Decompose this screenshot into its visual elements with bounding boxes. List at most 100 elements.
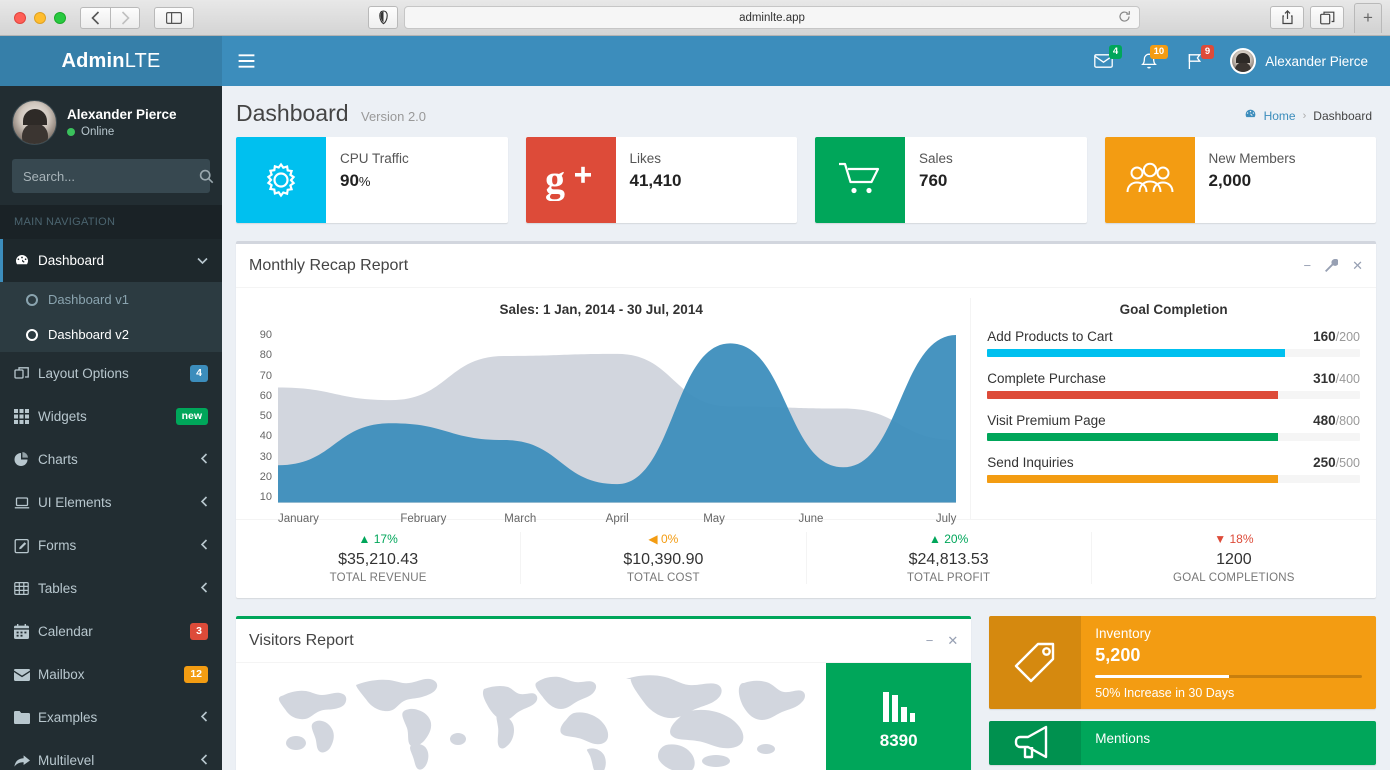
share-arrow-icon xyxy=(14,754,38,768)
sidebar-item-calendar[interactable]: Calendar 3 xyxy=(0,610,222,653)
sidebar-item-multilevel[interactable]: Multilevel xyxy=(0,739,222,770)
address-bar-area: adminlte.app xyxy=(368,6,1140,29)
y-tick: 70 xyxy=(246,370,272,382)
small-box-progress-fill xyxy=(1095,675,1228,678)
sidebar-item-forms[interactable]: Forms xyxy=(0,524,222,567)
sidebar-item-badge: 4 xyxy=(190,365,208,382)
goal-item-add-products-to-cart: Add Products to Cart 160/200 xyxy=(987,329,1360,357)
info-box-number: 41,410 xyxy=(630,171,682,191)
reload-icon[interactable] xyxy=(1118,10,1131,26)
new-tab-button[interactable]: + xyxy=(1354,3,1382,33)
breadcrumb-home[interactable]: Home xyxy=(1264,109,1296,123)
sidebar-item-badge: 3 xyxy=(190,623,208,640)
content-header: Dashboard Version 2.0 Home › Dashboard xyxy=(222,86,1390,137)
collapse-button[interactable]: − xyxy=(926,633,934,648)
browser-chrome: adminlte.app + xyxy=(0,0,1390,36)
sidebar-treeview-dashboard: Dashboard v1 Dashboard v2 xyxy=(0,282,222,352)
laptop-icon xyxy=(14,496,38,510)
url-bar[interactable]: adminlte.app xyxy=(404,6,1140,29)
table-icon xyxy=(14,581,38,596)
user-menu-button[interactable]: Alexander Pierce xyxy=(1220,48,1376,74)
sidebar-toggle-button[interactable] xyxy=(154,7,194,29)
chevron-left-icon xyxy=(200,754,208,768)
stat-change: ▲ 17% xyxy=(242,532,514,546)
goal-value: 310/400 xyxy=(1313,371,1360,386)
collapse-button[interactable]: − xyxy=(1304,258,1312,273)
sidebar-item-charts[interactable]: Charts xyxy=(0,438,222,481)
small-box-mentions[interactable]: Mentions xyxy=(989,721,1376,765)
back-button[interactable] xyxy=(80,7,110,29)
stat-number: $24,813.53 xyxy=(813,551,1085,569)
search-icon[interactable] xyxy=(199,169,214,184)
forward-button[interactable] xyxy=(110,7,140,29)
sidebar-nav-header: MAIN NAVIGATION xyxy=(0,205,222,239)
sidebar-collapse-button[interactable] xyxy=(222,36,270,86)
stat-caption: GOAL COMPLETIONS xyxy=(1098,572,1370,584)
info-box-new-members[interactable]: New Members 2,000 xyxy=(1105,137,1377,223)
sidebar-nav-list: Dashboard Dashboard v1 Dashboard v2 xyxy=(0,239,222,770)
users-icon xyxy=(1105,137,1195,223)
x-tick: January xyxy=(278,513,375,525)
close-button[interactable]: ✕ xyxy=(947,633,958,649)
bottom-row: Visitors Report − ✕ xyxy=(236,616,1376,770)
sidebar-subitem-dashboard-v2[interactable]: Dashboard v2 xyxy=(0,317,222,352)
brand-logo-light: LTE xyxy=(125,50,161,73)
sidebar-subitem-label: Dashboard v2 xyxy=(48,327,129,342)
sidebar-search-box[interactable] xyxy=(12,159,210,193)
arrow-up-icon: ▲ xyxy=(358,532,370,546)
sidebar-item-ui-elements[interactable]: UI Elements xyxy=(0,481,222,524)
notifications-button[interactable]: 10 xyxy=(1128,36,1170,86)
info-box-cpu-traffic[interactable]: CPU Traffic 90% xyxy=(236,137,508,223)
wrench-button[interactable] xyxy=(1325,259,1338,272)
show-tabs-button[interactable] xyxy=(1310,6,1344,29)
minimize-window-button[interactable] xyxy=(34,12,46,24)
sidebar-item-layout-options[interactable]: Layout Options 4 xyxy=(0,352,222,395)
monthly-recap-panel: Monthly Recap Report − ✕ Sales: 1 Jan, 2… xyxy=(236,241,1376,598)
small-box-inventory[interactable]: Inventory 5,200 50% Increase in 30 Days xyxy=(989,616,1376,709)
privacy-report-button[interactable] xyxy=(368,6,398,29)
sidebar-item-label: Forms xyxy=(38,538,200,553)
info-box-likes[interactable]: g Likes 41,410 xyxy=(526,137,798,223)
sidebar-search-wrap xyxy=(0,159,222,205)
widgets-column: Inventory 5,200 50% Increase in 30 Days xyxy=(989,616,1376,770)
stat-change: ▼ 18% xyxy=(1098,532,1370,546)
world-map[interactable] xyxy=(236,663,826,770)
sidebar-item-mailbox[interactable]: Mailbox 12 xyxy=(0,653,222,696)
window-controls[interactable] xyxy=(14,12,66,24)
close-window-button[interactable] xyxy=(14,12,26,24)
notifications-badge: 10 xyxy=(1150,45,1169,59)
y-tick: 90 xyxy=(246,329,272,341)
search-input[interactable] xyxy=(23,169,199,184)
messages-button[interactable]: 4 xyxy=(1082,36,1124,86)
info-box-label: Likes xyxy=(630,151,682,166)
sidebar-item-label: Mailbox xyxy=(38,667,184,682)
share-button[interactable] xyxy=(1270,6,1304,29)
tasks-button[interactable]: 9 xyxy=(1174,36,1216,86)
sidebar-user-panel[interactable]: Alexander Pierce Online xyxy=(0,86,222,159)
info-box-sales[interactable]: Sales 760 xyxy=(815,137,1087,223)
sidebar-subitem-dashboard-v1[interactable]: Dashboard v1 xyxy=(0,282,222,317)
sidebar-item-widgets[interactable]: Widgets new xyxy=(0,395,222,438)
envelope-icon xyxy=(14,669,38,681)
sales-chart-column: Sales: 1 Jan, 2014 - 30 Jul, 2014 90 80 … xyxy=(236,298,971,519)
chart-y-axis: 90 80 70 60 50 40 30 20 10 xyxy=(246,329,272,503)
recap-footer: ▲ 17% $35,210.43 TOTAL REVENUE ◀ 0% $10,… xyxy=(236,519,1376,598)
maximize-window-button[interactable] xyxy=(54,12,66,24)
sidebar-item-examples[interactable]: Examples xyxy=(0,696,222,739)
dashboard-icon xyxy=(1244,108,1257,124)
brand-logo[interactable]: AdminLTE xyxy=(0,36,222,86)
breadcrumb-separator: › xyxy=(1303,110,1307,122)
sidebar-item-dashboard[interactable]: Dashboard xyxy=(0,239,222,282)
sidebar-item-tables[interactable]: Tables xyxy=(0,567,222,610)
info-box-value: 760 xyxy=(919,171,947,190)
small-box-progress-bar xyxy=(1095,675,1362,678)
chevron-left-icon xyxy=(200,711,208,725)
close-button[interactable]: ✕ xyxy=(1352,258,1363,274)
svg-text:g: g xyxy=(545,159,565,201)
y-tick: 60 xyxy=(246,390,272,402)
panel-title: Monthly Recap Report xyxy=(249,257,408,275)
stat-caption: TOTAL REVENUE xyxy=(242,572,514,584)
info-box-value: 2,000 xyxy=(1209,171,1252,190)
arrow-up-icon: ▲ xyxy=(929,532,941,546)
stat-change-pct: 0% xyxy=(661,532,678,546)
